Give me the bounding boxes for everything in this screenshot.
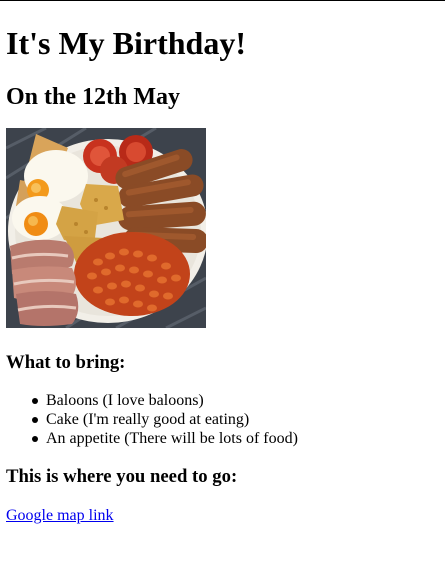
list-item: An appetite (There will be lots of food)	[32, 429, 298, 448]
list-item-text: An appetite (There will be lots of food)	[46, 430, 298, 447]
google-map-link[interactable]: Google map link	[6, 506, 114, 525]
bullet-icon	[32, 436, 38, 442]
page-subtitle: On the 12th May	[6, 84, 180, 110]
bring-list: Baloons (I love baloons) Cake (I'm reall…	[32, 391, 298, 448]
page-title: It's My Birthday!	[6, 25, 246, 61]
list-item: Baloons (I love baloons)	[32, 391, 298, 410]
list-item-text: Cake (I'm really good at eating)	[46, 411, 250, 428]
what-to-bring-heading: What to bring:	[6, 352, 126, 373]
breakfast-plate-image	[6, 128, 206, 328]
bullet-icon	[32, 417, 38, 423]
directions-heading: This is where you need to go:	[6, 466, 238, 487]
list-item-text: Baloons (I love baloons)	[46, 392, 204, 409]
bullet-icon	[32, 398, 38, 404]
page: It's My Birthday! On the 12th May What t…	[0, 0, 445, 587]
list-item: Cake (I'm really good at eating)	[32, 410, 298, 429]
